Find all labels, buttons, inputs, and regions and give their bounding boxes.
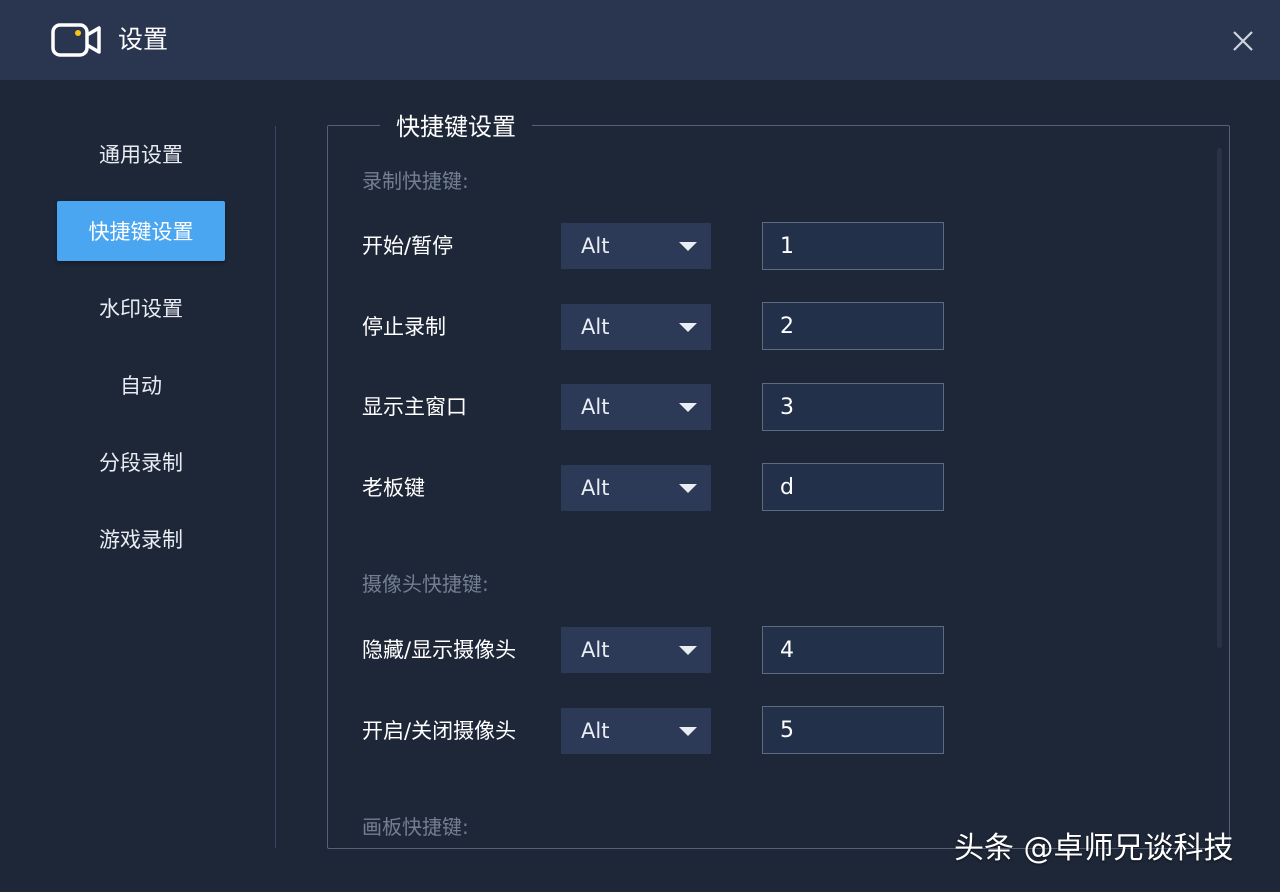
video-camera-icon bbox=[51, 23, 101, 57]
modifier-select-boss-key[interactable]: Alt bbox=[561, 465, 711, 511]
row-label-open-close-camera: 开启/关闭摄像头 bbox=[362, 719, 517, 743]
modifier-value: Alt bbox=[581, 315, 610, 339]
modifier-select-open-close-camera[interactable]: Alt bbox=[561, 708, 711, 754]
row-label-hide-show-camera: 隐藏/显示摄像头 bbox=[362, 638, 517, 662]
section-label-camera: 摄像头快捷键: bbox=[362, 572, 489, 596]
dropdown-arrow-icon bbox=[679, 241, 697, 251]
settings-sidebar: 通用设置 快捷键设置 水印设置 自动 分段录制 游戏录制 bbox=[0, 80, 276, 892]
row-label-stop-recording: 停止录制 bbox=[362, 315, 446, 339]
key-input-start-pause[interactable]: 1 bbox=[762, 222, 944, 270]
sidebar-item-general[interactable]: 通用设置 bbox=[57, 124, 225, 184]
modifier-value: Alt bbox=[581, 476, 610, 500]
modifier-value: Alt bbox=[581, 234, 610, 258]
close-icon[interactable] bbox=[1226, 24, 1260, 58]
sidebar-item-hotkeys[interactable]: 快捷键设置 bbox=[57, 201, 225, 261]
key-input-open-close-camera[interactable]: 5 bbox=[762, 706, 944, 754]
modifier-select-stop-recording[interactable]: Alt bbox=[561, 304, 711, 350]
section-label-drawing-board: 画板快捷键: bbox=[362, 815, 469, 839]
key-input-hide-show-camera[interactable]: 4 bbox=[762, 626, 944, 674]
sidebar-item-auto[interactable]: 自动 bbox=[57, 355, 225, 415]
modifier-value: Alt bbox=[581, 719, 610, 743]
modifier-value: Alt bbox=[581, 638, 610, 662]
panel-scrollbar[interactable] bbox=[1217, 148, 1222, 648]
sidebar-item-segment-recording[interactable]: 分段录制 bbox=[57, 432, 225, 492]
panel-title: 快捷键设置 bbox=[380, 108, 532, 146]
section-label-recording: 录制快捷键: bbox=[362, 169, 469, 193]
sidebar-item-watermark[interactable]: 水印设置 bbox=[57, 278, 225, 338]
modifier-select-start-pause[interactable]: Alt bbox=[561, 223, 711, 269]
key-input-show-main-window[interactable]: 3 bbox=[762, 383, 944, 431]
dropdown-arrow-icon bbox=[679, 645, 697, 655]
dropdown-arrow-icon bbox=[679, 402, 697, 412]
modifier-value: Alt bbox=[581, 395, 610, 419]
window-title: 设置 bbox=[118, 25, 169, 54]
sidebar-divider bbox=[275, 126, 276, 848]
dropdown-arrow-icon bbox=[679, 726, 697, 736]
row-label-boss-key: 老板键 bbox=[362, 476, 425, 500]
sidebar-item-game-recording[interactable]: 游戏录制 bbox=[57, 509, 225, 569]
modifier-select-show-main-window[interactable]: Alt bbox=[561, 384, 711, 430]
title-bar: 设置 bbox=[0, 0, 1280, 80]
key-input-boss-key[interactable]: d bbox=[762, 463, 944, 511]
row-label-show-main-window: 显示主窗口 bbox=[362, 395, 467, 419]
dropdown-arrow-icon bbox=[679, 483, 697, 493]
key-input-stop-recording[interactable]: 2 bbox=[762, 302, 944, 350]
row-label-start-pause: 开始/暂停 bbox=[362, 234, 454, 258]
dropdown-arrow-icon bbox=[679, 322, 697, 332]
source-watermark: 头条 @卓师兄谈科技 bbox=[954, 831, 1234, 866]
modifier-select-hide-show-camera[interactable]: Alt bbox=[561, 627, 711, 673]
